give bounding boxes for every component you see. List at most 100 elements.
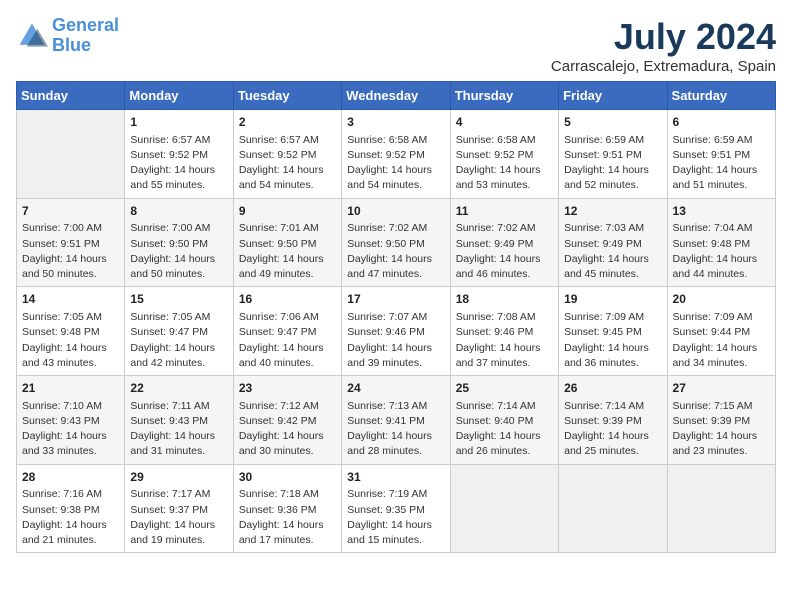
- day-info: Sunrise: 7:14 AM Sunset: 9:40 PM Dayligh…: [456, 399, 553, 460]
- day-number: 16: [239, 291, 336, 308]
- calendar-cell: 22 Sunrise: 7:11 AM Sunset: 9:43 PM Dayli…: [125, 376, 233, 465]
- day-number: 24: [347, 380, 444, 397]
- calendar-week-1: 1 Sunrise: 6:57 AM Sunset: 9:52 PM Daylig…: [17, 110, 776, 199]
- day-number: 6: [673, 114, 770, 131]
- day-info: Sunrise: 6:59 AM Sunset: 9:51 PM Dayligh…: [673, 133, 770, 194]
- day-info: Sunrise: 7:06 AM Sunset: 9:47 PM Dayligh…: [239, 310, 336, 371]
- calendar-cell: 12Sunrise: 7:03 AM Sunset: 9:49 PM Dayli…: [559, 198, 667, 287]
- day-info: Sunrise: 6:57 AM Sunset: 9:52 PM Dayligh…: [130, 133, 227, 194]
- day-info: Sunrise: 7:05 AM Sunset: 9:48 PM Dayligh…: [22, 310, 119, 371]
- day-info: Sunrise: 7:05 AM Sunset: 9:47 PM Dayligh…: [130, 310, 227, 371]
- day-number: 4: [456, 114, 553, 131]
- day-number: 29: [130, 469, 227, 486]
- day-info: Sunrise: 7:01 AM Sunset: 9:50 PM Dayligh…: [239, 221, 336, 282]
- weekday-header-sunday: Sunday: [17, 82, 125, 110]
- calendar-cell: 6 Sunrise: 6:59 AM Sunset: 9:51 PM Daylig…: [667, 110, 775, 199]
- day-number: 30: [239, 469, 336, 486]
- calendar-cell: 18 Sunrise: 7:08 AM Sunset: 9:46 PM Dayli…: [450, 287, 558, 376]
- day-number: 7: [22, 203, 119, 220]
- day-info: Sunrise: 6:58 AM Sunset: 9:52 PM Dayligh…: [456, 133, 553, 194]
- day-info: Sunrise: 7:10 AM Sunset: 9:43 PM Dayligh…: [22, 399, 119, 460]
- calendar-table: SundayMondayTuesdayWednesdayThursdayFrid…: [16, 81, 776, 553]
- day-number: 18: [456, 291, 553, 308]
- calendar-cell: 16 Sunrise: 7:06 AM Sunset: 9:47 PM Dayli…: [233, 287, 341, 376]
- calendar-cell: 28Sunrise: 7:16 AM Sunset: 9:38 PM Dayli…: [17, 464, 125, 553]
- logo-line1: General: [52, 15, 119, 35]
- day-number: 12: [564, 203, 661, 220]
- calendar-cell: 25 Sunrise: 7:14 AM Sunset: 9:40 PM Dayli…: [450, 376, 558, 465]
- day-info: Sunrise: 7:00 AM Sunset: 9:51 PM Dayligh…: [22, 221, 119, 282]
- logo-text: General Blue: [52, 16, 119, 56]
- logo-line2: Blue: [52, 35, 91, 55]
- day-info: Sunrise: 7:12 AM Sunset: 9:42 PM Dayligh…: [239, 399, 336, 460]
- calendar-cell: 10Sunrise: 7:02 AM Sunset: 9:50 PM Dayli…: [342, 198, 450, 287]
- day-number: 9: [239, 203, 336, 220]
- day-info: Sunrise: 7:18 AM Sunset: 9:36 PM Dayligh…: [239, 487, 336, 548]
- calendar-cell: 11Sunrise: 7:02 AM Sunset: 9:49 PM Dayli…: [450, 198, 558, 287]
- calendar-cell: 5 Sunrise: 6:59 AM Sunset: 9:51 PM Daylig…: [559, 110, 667, 199]
- day-number: 15: [130, 291, 227, 308]
- day-number: 19: [564, 291, 661, 308]
- calendar-cell: 24 Sunrise: 7:13 AM Sunset: 9:41 PM Dayli…: [342, 376, 450, 465]
- day-number: 31: [347, 469, 444, 486]
- day-number: 23: [239, 380, 336, 397]
- day-number: 22: [130, 380, 227, 397]
- calendar-week-4: 21Sunrise: 7:10 AM Sunset: 9:43 PM Dayli…: [17, 376, 776, 465]
- day-number: 10: [347, 203, 444, 220]
- day-number: 20: [673, 291, 770, 308]
- day-info: Sunrise: 7:13 AM Sunset: 9:41 PM Dayligh…: [347, 399, 444, 460]
- calendar-cell: 7Sunrise: 7:00 AM Sunset: 9:51 PM Daylig…: [17, 198, 125, 287]
- day-number: 1: [130, 114, 227, 131]
- day-number: 25: [456, 380, 553, 397]
- calendar-cell: 17 Sunrise: 7:07 AM Sunset: 9:46 PM Dayli…: [342, 287, 450, 376]
- day-info: Sunrise: 7:07 AM Sunset: 9:46 PM Dayligh…: [347, 310, 444, 371]
- calendar-cell: [450, 464, 558, 553]
- calendar-cell: 15 Sunrise: 7:05 AM Sunset: 9:47 PM Dayli…: [125, 287, 233, 376]
- calendar-cell: 19 Sunrise: 7:09 AM Sunset: 9:45 PM Dayli…: [559, 287, 667, 376]
- calendar-cell: 3 Sunrise: 6:58 AM Sunset: 9:52 PM Daylig…: [342, 110, 450, 199]
- calendar-week-2: 7Sunrise: 7:00 AM Sunset: 9:51 PM Daylig…: [17, 198, 776, 287]
- day-number: 2: [239, 114, 336, 131]
- day-info: Sunrise: 7:09 AM Sunset: 9:45 PM Dayligh…: [564, 310, 661, 371]
- day-info: Sunrise: 7:04 AM Sunset: 9:48 PM Dayligh…: [673, 221, 770, 282]
- calendar-cell: 27 Sunrise: 7:15 AM Sunset: 9:39 PM Dayli…: [667, 376, 775, 465]
- day-number: 28: [22, 469, 119, 486]
- calendar-cell: 4 Sunrise: 6:58 AM Sunset: 9:52 PM Daylig…: [450, 110, 558, 199]
- calendar-cell: 9Sunrise: 7:01 AM Sunset: 9:50 PM Daylig…: [233, 198, 341, 287]
- calendar-week-3: 14 Sunrise: 7:05 AM Sunset: 9:48 PM Dayli…: [17, 287, 776, 376]
- day-info: Sunrise: 7:17 AM Sunset: 9:37 PM Dayligh…: [130, 487, 227, 548]
- day-info: Sunrise: 6:57 AM Sunset: 9:52 PM Dayligh…: [239, 133, 336, 194]
- weekday-header-wednesday: Wednesday: [342, 82, 450, 110]
- day-info: Sunrise: 6:58 AM Sunset: 9:52 PM Dayligh…: [347, 133, 444, 194]
- day-info: Sunrise: 7:00 AM Sunset: 9:50 PM Dayligh…: [130, 221, 227, 282]
- day-info: Sunrise: 6:59 AM Sunset: 9:51 PM Dayligh…: [564, 133, 661, 194]
- month-title: July 2024: [551, 16, 776, 58]
- day-number: 27: [673, 380, 770, 397]
- calendar-cell: [667, 464, 775, 553]
- calendar-cell: 21Sunrise: 7:10 AM Sunset: 9:43 PM Dayli…: [17, 376, 125, 465]
- calendar-cell: [559, 464, 667, 553]
- header: General Blue July 2024 Carrascalejo, Ext…: [16, 16, 776, 75]
- day-number: 17: [347, 291, 444, 308]
- calendar-cell: 30Sunrise: 7:18 AM Sunset: 9:36 PM Dayli…: [233, 464, 341, 553]
- day-number: 14: [22, 291, 119, 308]
- day-info: Sunrise: 7:19 AM Sunset: 9:35 PM Dayligh…: [347, 487, 444, 548]
- weekday-header-tuesday: Tuesday: [233, 82, 341, 110]
- calendar-cell: 31Sunrise: 7:19 AM Sunset: 9:35 PM Dayli…: [342, 464, 450, 553]
- day-info: Sunrise: 7:11 AM Sunset: 9:43 PM Dayligh…: [130, 399, 227, 460]
- day-number: 26: [564, 380, 661, 397]
- location-title: Carrascalejo, Extremadura, Spain: [551, 58, 776, 75]
- day-number: 8: [130, 203, 227, 220]
- day-info: Sunrise: 7:16 AM Sunset: 9:38 PM Dayligh…: [22, 487, 119, 548]
- calendar-week-5: 28Sunrise: 7:16 AM Sunset: 9:38 PM Dayli…: [17, 464, 776, 553]
- day-info: Sunrise: 7:15 AM Sunset: 9:39 PM Dayligh…: [673, 399, 770, 460]
- calendar-cell: 13Sunrise: 7:04 AM Sunset: 9:48 PM Dayli…: [667, 198, 775, 287]
- day-number: 5: [564, 114, 661, 131]
- day-info: Sunrise: 7:14 AM Sunset: 9:39 PM Dayligh…: [564, 399, 661, 460]
- logo-icon: [16, 20, 48, 52]
- weekday-header-friday: Friday: [559, 82, 667, 110]
- day-info: Sunrise: 7:02 AM Sunset: 9:49 PM Dayligh…: [456, 221, 553, 282]
- weekday-header-row: SundayMondayTuesdayWednesdayThursdayFrid…: [17, 82, 776, 110]
- day-info: Sunrise: 7:08 AM Sunset: 9:46 PM Dayligh…: [456, 310, 553, 371]
- day-number: 3: [347, 114, 444, 131]
